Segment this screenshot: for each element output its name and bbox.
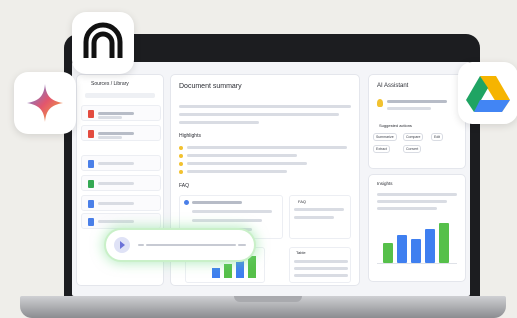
faq-heading: FAQ — [179, 183, 190, 189]
gemini-app-tile[interactable] — [14, 72, 76, 134]
google-drive-app-tile[interactable] — [458, 62, 517, 124]
google-drive-icon — [466, 76, 510, 112]
laptop-notch — [234, 296, 302, 302]
sheet-file-icon — [88, 180, 94, 188]
lightbulb-icon — [377, 99, 383, 107]
source-item[interactable] — [81, 175, 161, 191]
action-chip[interactable]: Convert — [403, 145, 422, 153]
source-item[interactable] — [81, 125, 161, 141]
gemini-sparkle-icon — [27, 84, 63, 122]
app-window: Sources / Library Document summary Highl… — [72, 62, 470, 296]
play-icon[interactable] — [114, 237, 130, 253]
highlight-star-icon — [179, 170, 183, 174]
pdf-file-icon — [88, 130, 94, 138]
action-chip[interactable]: Extract — [373, 145, 390, 153]
summary-title: Document summary — [179, 83, 242, 90]
insight-bar — [411, 239, 421, 263]
sources-search[interactable] — [85, 93, 155, 98]
highlight-star-icon — [179, 146, 183, 150]
arch-logo-icon — [83, 22, 123, 58]
source-item[interactable] — [81, 213, 161, 229]
highlight-star-icon — [179, 162, 183, 166]
insight-bar — [383, 243, 393, 263]
source-item[interactable] — [81, 195, 161, 211]
source-item[interactable] — [81, 105, 161, 121]
insight-bar — [425, 229, 435, 263]
insights-title: Insights — [377, 181, 393, 186]
insight-bar — [439, 223, 449, 263]
pdf-file-icon — [88, 110, 94, 118]
highlight-star-icon — [179, 154, 183, 158]
table-card: Table — [289, 247, 351, 283]
action-chip[interactable]: Summarize — [373, 133, 397, 141]
source-item[interactable] — [81, 155, 161, 171]
doc-file-icon — [88, 160, 94, 168]
suggestions-label: Suggested actions — [379, 123, 412, 128]
sources-title: Sources / Library — [91, 81, 129, 87]
arch-app-tile[interactable] — [72, 12, 134, 74]
action-chip[interactable]: Compare — [403, 133, 424, 141]
faq-side-card: FAQ — [289, 195, 351, 239]
doc-file-icon — [88, 218, 94, 226]
highlights-heading: Highlights — [179, 133, 201, 139]
action-chip[interactable]: Edit — [431, 133, 444, 141]
assistant-title: AI Assistant — [377, 83, 409, 89]
doc-file-icon — [88, 200, 94, 208]
insights-panel: Insights — [368, 174, 466, 282]
insight-bar — [397, 235, 407, 263]
ai-assistant-panel: AI Assistant Suggested actions Summarize… — [368, 74, 466, 169]
audio-player[interactable] — [106, 230, 254, 260]
